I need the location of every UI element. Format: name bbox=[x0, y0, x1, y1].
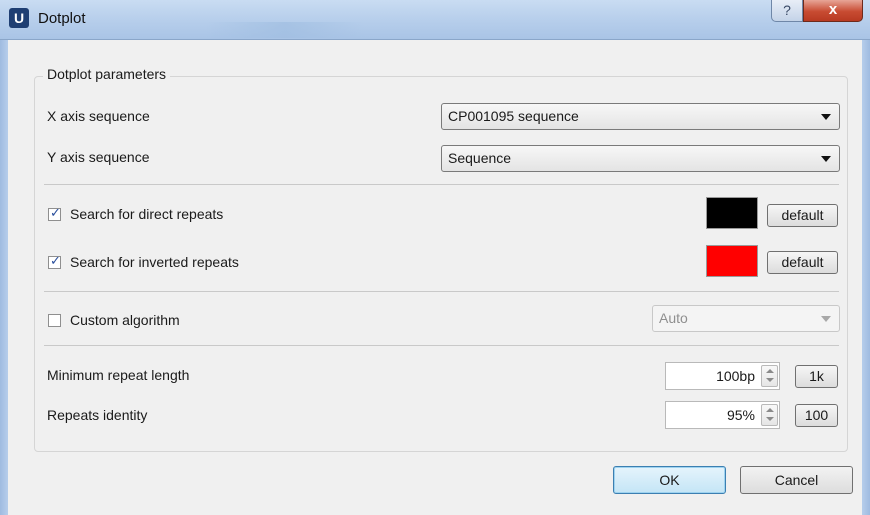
ok-button[interactable]: OK bbox=[613, 466, 726, 494]
chevron-down-icon bbox=[821, 156, 831, 162]
repeats-identity-spinbox[interactable]: 95% bbox=[665, 401, 780, 429]
window-frame-right bbox=[862, 40, 870, 515]
window-title: Dotplot bbox=[38, 10, 86, 27]
spin-arrows[interactable] bbox=[761, 365, 778, 387]
min-repeat-length-1k-button[interactable]: 1k bbox=[795, 365, 838, 388]
direct-repeats-color-swatch[interactable] bbox=[706, 197, 758, 229]
x-axis-selected-value: CP001095 sequence bbox=[448, 108, 579, 124]
checkmark-icon: ✓ bbox=[50, 205, 61, 220]
custom-algorithm-label: Custom algorithm bbox=[70, 312, 180, 328]
direct-repeats-default-button[interactable]: default bbox=[767, 204, 838, 227]
direct-repeats-checkbox[interactable]: ✓ bbox=[48, 205, 61, 221]
y-axis-label: Y axis sequence bbox=[47, 149, 150, 165]
inverted-repeats-default-button[interactable]: default bbox=[767, 251, 838, 274]
inverted-repeats-label: Search for inverted repeats bbox=[70, 254, 239, 270]
cancel-button[interactable]: Cancel bbox=[740, 466, 853, 494]
min-repeat-length-spinbox[interactable]: 100bp bbox=[665, 362, 780, 390]
separator bbox=[44, 184, 839, 185]
title-bar-glass bbox=[205, 22, 365, 38]
title-bar[interactable]: U Dotplot ? x bbox=[0, 0, 870, 40]
inverted-repeats-color-swatch[interactable] bbox=[706, 245, 758, 277]
close-button[interactable]: x bbox=[803, 0, 863, 22]
separator bbox=[44, 345, 839, 346]
min-repeat-length-value: 100bp bbox=[716, 368, 755, 384]
x-axis-sequence-select[interactable]: CP001095 sequence bbox=[441, 103, 840, 130]
separator bbox=[44, 291, 839, 292]
spin-down-icon[interactable] bbox=[766, 417, 774, 421]
y-axis-sequence-select[interactable]: Sequence bbox=[441, 145, 840, 172]
repeats-identity-100-button[interactable]: 100 bbox=[795, 404, 838, 427]
spin-arrows[interactable] bbox=[761, 404, 778, 426]
spin-up-icon[interactable] bbox=[766, 369, 774, 373]
repeats-identity-value: 95% bbox=[726, 407, 755, 423]
x-axis-label: X axis sequence bbox=[47, 108, 150, 124]
window-frame-left bbox=[0, 40, 8, 515]
custom-algorithm-checkbox[interactable] bbox=[48, 314, 61, 327]
help-button[interactable]: ? bbox=[771, 0, 803, 22]
min-repeat-length-label: Minimum repeat length bbox=[47, 367, 190, 383]
algorithm-select[interactable]: Auto bbox=[652, 305, 840, 332]
app-logo-icon: U bbox=[9, 8, 29, 28]
checkmark-icon: ✓ bbox=[50, 253, 61, 268]
spin-up-icon[interactable] bbox=[766, 408, 774, 412]
inverted-repeats-checkbox[interactable]: ✓ bbox=[48, 253, 61, 269]
y-axis-selected-value: Sequence bbox=[448, 150, 512, 166]
group-title: Dotplot parameters bbox=[43, 66, 171, 82]
spin-down-icon[interactable] bbox=[766, 378, 774, 382]
repeats-identity-label: Repeats identity bbox=[47, 407, 148, 423]
algorithm-selected-value: Auto bbox=[659, 310, 688, 326]
chevron-down-icon bbox=[821, 316, 831, 322]
chevron-down-icon bbox=[821, 114, 831, 120]
direct-repeats-label: Search for direct repeats bbox=[70, 206, 224, 222]
